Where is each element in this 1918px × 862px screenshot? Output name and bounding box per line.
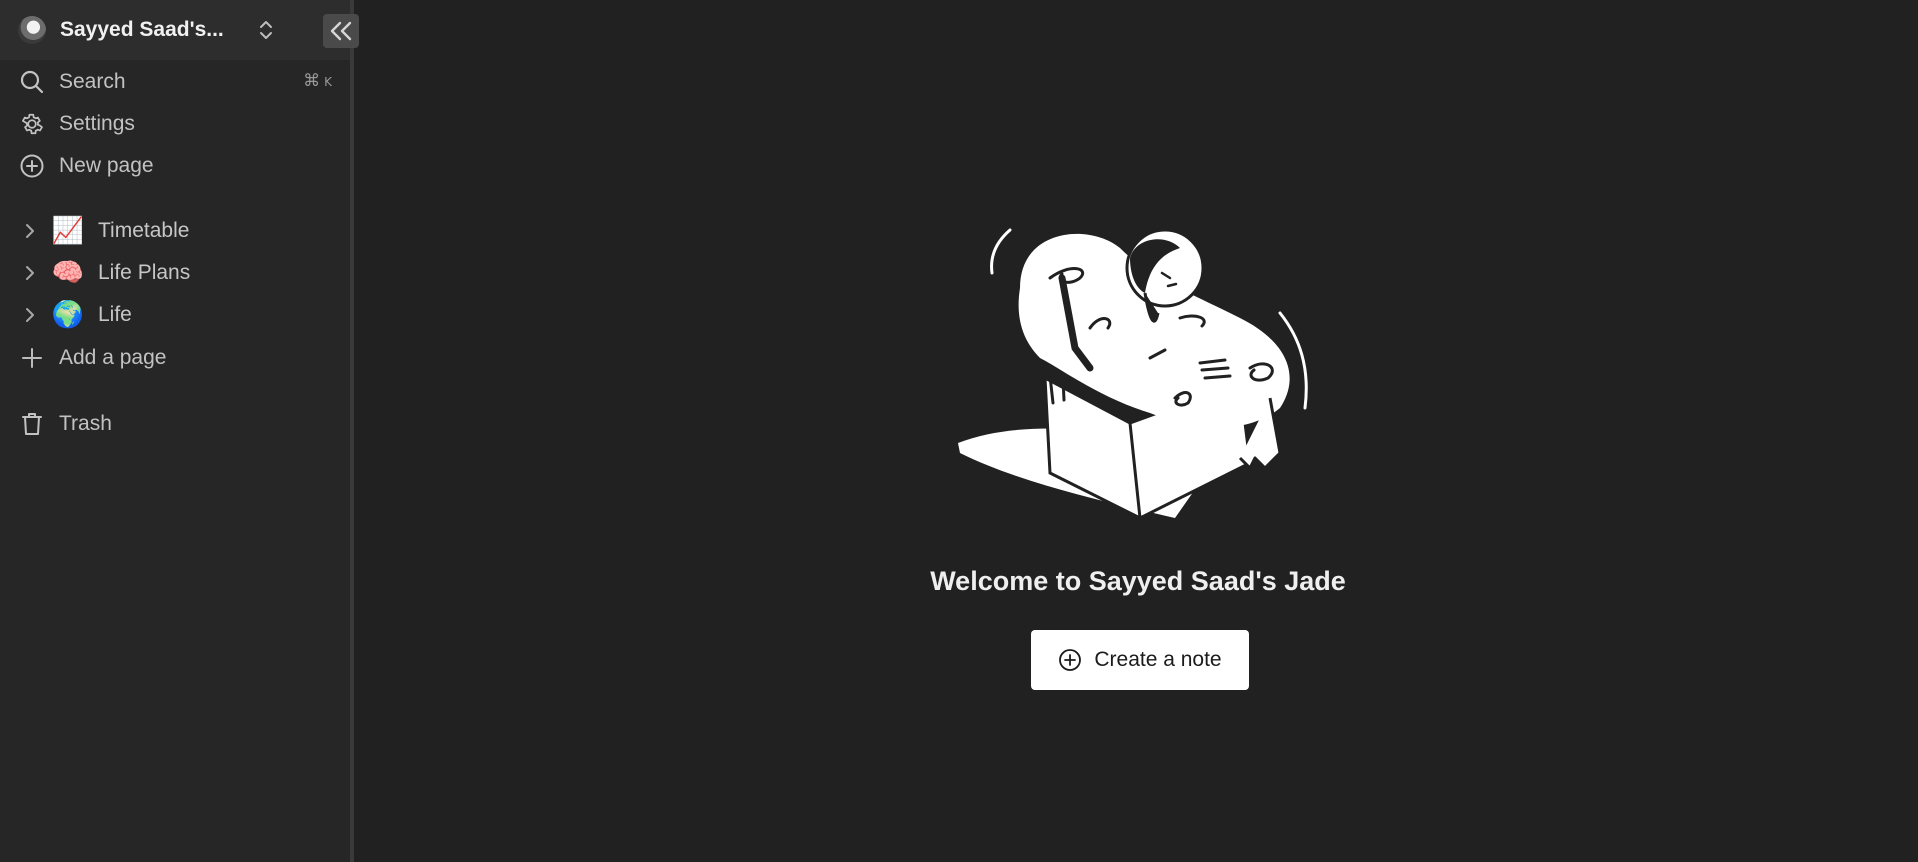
- new-page-nav-item[interactable]: New page: [18, 149, 338, 183]
- settings-nav-item[interactable]: Settings: [18, 107, 338, 141]
- globe-emoji-icon: 🌍: [51, 300, 85, 330]
- page-item-timetable[interactable]: 📈 Timetable: [18, 213, 338, 249]
- chevron-right-icon[interactable]: [18, 303, 42, 327]
- add-page-button[interactable]: Add a page: [18, 341, 338, 375]
- trash-nav-item[interactable]: Trash: [18, 407, 338, 441]
- page-label: Life: [98, 303, 132, 326]
- welcome-heading: Welcome to Sayyed Saad's Jade: [930, 566, 1346, 596]
- collapse-sidebar-button[interactable]: [323, 14, 359, 48]
- chevron-right-icon[interactable]: [18, 261, 42, 285]
- workspace-avatar: [18, 16, 46, 44]
- workspace-switcher[interactable]: Sayyed Saad's...: [0, 0, 359, 60]
- search-icon: [18, 68, 46, 96]
- gear-icon: [18, 110, 46, 138]
- create-note-label: Create a note: [1094, 648, 1222, 671]
- sidebar: Sayyed Saad's... Search ⌘ K Settings New …: [0, 0, 359, 862]
- plus-circle-icon: [18, 152, 46, 180]
- welcome-illustration: [950, 218, 1330, 523]
- page-label: Timetable: [98, 219, 190, 242]
- double-chevron-left-icon: [330, 21, 352, 41]
- trash-icon: [18, 410, 46, 438]
- add-page-label: Add a page: [59, 346, 167, 369]
- create-note-button[interactable]: Create a note: [1031, 630, 1249, 690]
- plus-circle-icon: [1058, 648, 1082, 672]
- page-label: Life Plans: [98, 261, 191, 284]
- plus-icon: [18, 344, 46, 372]
- settings-label: Settings: [59, 112, 135, 135]
- search-shortcut: ⌘ K: [303, 71, 332, 91]
- trash-label: Trash: [59, 412, 112, 435]
- brain-emoji-icon: 🧠: [51, 258, 85, 288]
- search-nav-item[interactable]: Search ⌘ K: [18, 65, 338, 99]
- workspace-name: Sayyed Saad's...: [60, 18, 224, 41]
- main-content: Welcome to Sayyed Saad's Jade Create a n…: [358, 0, 1918, 862]
- chevron-up-down-icon[interactable]: [255, 16, 277, 44]
- page-item-life-plans[interactable]: 🧠 Life Plans: [18, 255, 338, 291]
- new-page-label: New page: [59, 154, 154, 177]
- chevron-right-icon[interactable]: [18, 219, 42, 243]
- chart-emoji-icon: 📈: [51, 216, 85, 246]
- search-label: Search: [59, 70, 126, 93]
- page-item-life[interactable]: 🌍 Life: [18, 297, 338, 333]
